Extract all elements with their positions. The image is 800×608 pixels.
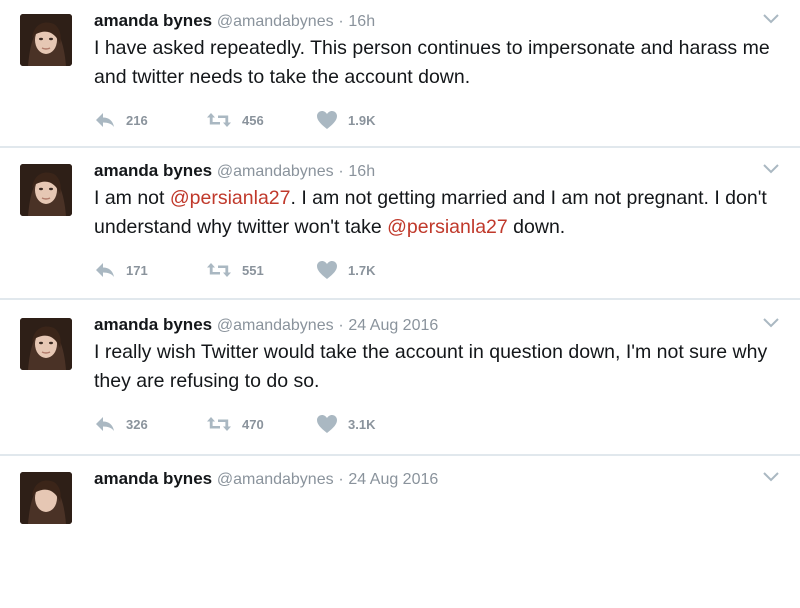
reply-count: 171: [126, 262, 148, 278]
handle[interactable]: @amandabynes: [217, 13, 334, 30]
tweet-text: I have asked repeatedly. This person con…: [94, 34, 794, 92]
display-name[interactable]: amanda bynes: [94, 469, 212, 488]
chevron-down-icon[interactable]: [762, 12, 780, 26]
chevron-down-icon[interactable]: [762, 162, 780, 176]
tweet-actions: 216 456 1.9K: [94, 108, 494, 132]
retweet-button[interactable]: 470: [206, 412, 264, 436]
reply-button[interactable]: 326: [94, 412, 148, 436]
tweet-header: amanda bynes @amandabynes · 24 Aug 2016: [94, 468, 438, 491]
timestamp[interactable]: 16h: [348, 163, 375, 180]
divider: [0, 454, 800, 456]
retweet-icon: [206, 111, 232, 129]
like-button[interactable]: 1.7K: [316, 258, 375, 282]
avatar[interactable]: [20, 472, 72, 524]
handle[interactable]: @amandabynes: [217, 163, 334, 180]
like-count: 1.7K: [348, 262, 376, 278]
mention-link[interactable]: @persianla27: [387, 216, 508, 238]
mention-link[interactable]: @persianla27: [170, 187, 291, 209]
retweet-count: 470: [242, 416, 264, 432]
chevron-down-icon[interactable]: [762, 470, 780, 484]
tweet[interactable]: amanda bynes @amandabynes · 24 Aug 2016: [0, 458, 800, 608]
retweet-icon: [206, 415, 232, 433]
separator: ·: [338, 317, 344, 334]
like-button[interactable]: 1.9K: [316, 108, 375, 132]
display-name[interactable]: amanda bynes: [94, 11, 212, 30]
reply-count: 326: [126, 416, 148, 432]
tweet-header: amanda bynes @amandabynes · 16h: [94, 10, 375, 33]
timestamp[interactable]: 16h: [348, 13, 375, 30]
tweet-text-part: I am not: [94, 187, 170, 209]
tweet-text-part: I really wish Twitter would take the acc…: [94, 341, 768, 392]
heart-icon: [316, 414, 338, 434]
reply-button[interactable]: 171: [94, 258, 148, 282]
reply-icon: [94, 111, 116, 129]
heart-icon: [316, 110, 338, 130]
tweet-header: amanda bynes @amandabynes · 16h: [94, 160, 375, 183]
separator: ·: [338, 13, 344, 30]
tweet-text-part: down.: [507, 216, 566, 238]
like-count: 3.1K: [348, 416, 376, 432]
divider: [0, 146, 800, 148]
tweet-text-part: I have asked repeatedly. This person con…: [94, 37, 770, 88]
handle[interactable]: @amandabynes: [217, 317, 334, 334]
tweet-header: amanda bynes @amandabynes · 24 Aug 2016: [94, 314, 438, 337]
tweet-actions: 326 470 3.1K: [94, 412, 494, 436]
retweet-button[interactable]: 551: [206, 258, 264, 282]
like-count: 1.9K: [348, 112, 376, 128]
timestamp[interactable]: 24 Aug 2016: [348, 317, 438, 334]
avatar[interactable]: [20, 164, 72, 216]
reply-button[interactable]: 216: [94, 108, 148, 132]
avatar[interactable]: [20, 14, 72, 66]
display-name[interactable]: amanda bynes: [94, 161, 212, 180]
tweet-actions: 171 551 1.7K: [94, 258, 494, 282]
reply-count: 216: [126, 112, 148, 128]
tweet-text: I really wish Twitter would take the acc…: [94, 338, 794, 396]
chevron-down-icon[interactable]: [762, 316, 780, 330]
separator: ·: [338, 471, 344, 488]
reply-icon: [94, 415, 116, 433]
retweet-icon: [206, 261, 232, 279]
retweet-count: 551: [242, 262, 264, 278]
tweet[interactable]: amanda bynes @amandabynes · 16h I am not…: [0, 150, 800, 300]
handle[interactable]: @amandabynes: [217, 471, 334, 488]
tweet-text: I am not @persianla27. I am not getting …: [94, 184, 794, 242]
tweet-feed: amanda bynes @amandabynes · 16h I have a…: [0, 0, 800, 524]
avatar[interactable]: [20, 318, 72, 370]
heart-icon: [316, 260, 338, 280]
retweet-count: 456: [242, 112, 264, 128]
retweet-button[interactable]: 456: [206, 108, 264, 132]
like-button[interactable]: 3.1K: [316, 412, 375, 436]
tweet[interactable]: amanda bynes @amandabynes · 24 Aug 2016 …: [0, 304, 800, 454]
reply-icon: [94, 261, 116, 279]
separator: ·: [338, 163, 344, 180]
display-name[interactable]: amanda bynes: [94, 315, 212, 334]
timestamp[interactable]: 24 Aug 2016: [348, 471, 438, 488]
tweet[interactable]: amanda bynes @amandabynes · 16h I have a…: [0, 0, 800, 150]
divider: [0, 298, 800, 300]
